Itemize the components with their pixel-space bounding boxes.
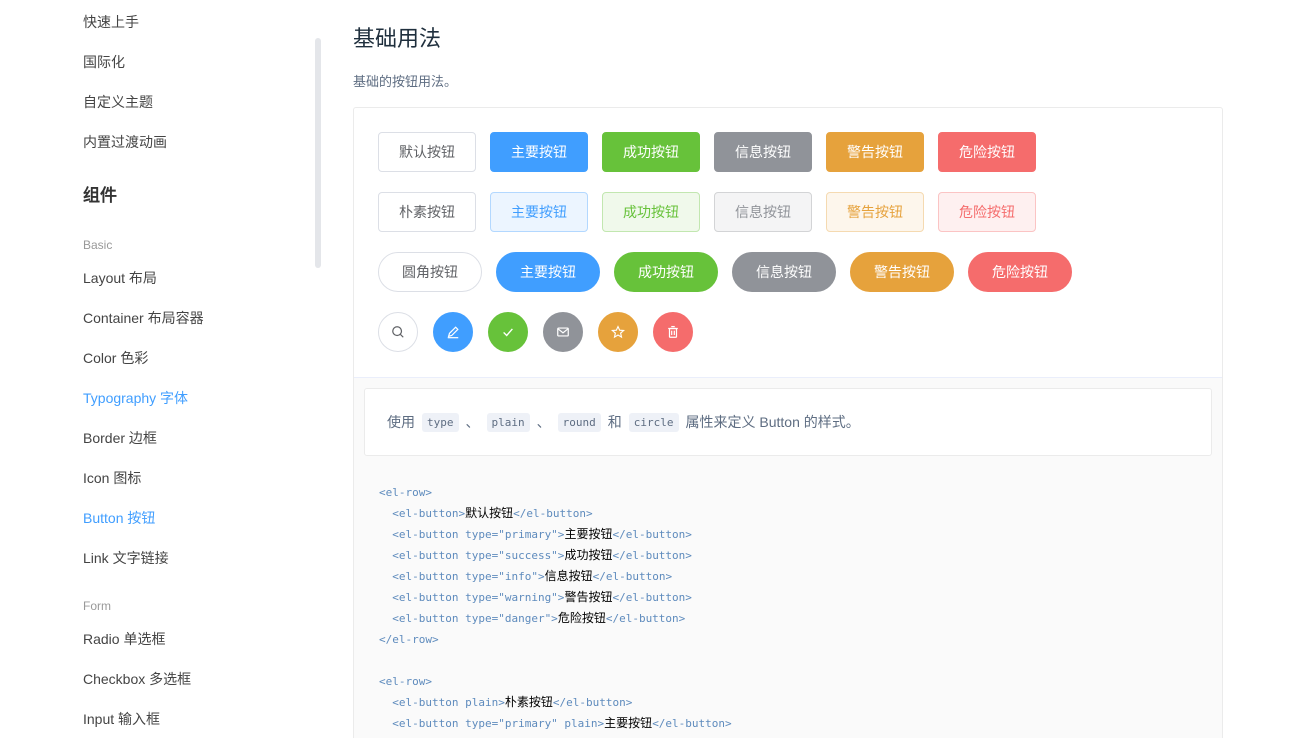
- round-success-button[interactable]: 成功按钮: [614, 252, 718, 292]
- nav-sub-form: Form: [83, 599, 111, 613]
- nav-item-quickstart[interactable]: 快速上手: [83, 12, 139, 32]
- nav-item-i18n[interactable]: 国际化: [83, 52, 125, 72]
- desc-sep-1: 、: [465, 414, 480, 430]
- round-danger-button[interactable]: 危险按钮: [968, 252, 1072, 292]
- nav-item-color[interactable]: Color 色彩: [83, 348, 148, 368]
- demo-source: 默认按钮 主要按钮 成功按钮 信息按钮 警告按钮 危险按钮 朴素按钮 主要按钮 …: [354, 108, 1222, 377]
- nav-item-input[interactable]: Input 输入框: [83, 709, 160, 729]
- code-line: <el-button>默认按钮</el-button>: [379, 506, 593, 520]
- plain-button[interactable]: 朴素按钮: [378, 192, 476, 232]
- plain-success-button[interactable]: 成功按钮: [602, 192, 700, 232]
- circle-button-row: [378, 312, 693, 352]
- code-line: <el-button type="primary">主要按钮</el-butto…: [379, 527, 692, 541]
- primary-button[interactable]: 主要按钮: [490, 132, 588, 172]
- nav-item-button[interactable]: Button 按钮: [83, 508, 155, 528]
- round-button[interactable]: 圆角按钮: [378, 252, 482, 292]
- circle-edit-button[interactable]: [433, 312, 473, 352]
- star-icon: [611, 325, 625, 339]
- code-line: <el-button type="success">成功按钮</el-butto…: [379, 548, 692, 562]
- circle-check-button[interactable]: [488, 312, 528, 352]
- sidebar: 快速上手 国际化 自定义主题 内置过渡动画 组件 Basic Layout 布局…: [0, 0, 322, 738]
- nav-item-checkbox[interactable]: Checkbox 多选框: [83, 669, 191, 689]
- default-button-row: 默认按钮 主要按钮 成功按钮 信息按钮 警告按钮 危险按钮: [378, 132, 1036, 172]
- delete-icon: [668, 325, 678, 338]
- code-line: <el-button type="primary" plain>主要按钮</el…: [379, 716, 732, 730]
- code-line: <el-row>: [379, 486, 432, 499]
- nav-item-border[interactable]: Border 边框: [83, 428, 157, 448]
- desc-suffix: 属性来定义 Button 的样式。: [685, 414, 860, 430]
- desc-prefix: 使用: [387, 414, 415, 430]
- plain-danger-button[interactable]: 危险按钮: [938, 192, 1036, 232]
- round-info-button[interactable]: 信息按钮: [732, 252, 836, 292]
- code-line: <el-button type="danger">危险按钮</el-button…: [379, 611, 686, 625]
- code-line: <el-button plain>朴素按钮</el-button>: [379, 695, 633, 709]
- warning-button[interactable]: 警告按钮: [826, 132, 924, 172]
- desc-sep-2: 、: [536, 414, 551, 430]
- code-line: <el-row>: [379, 675, 432, 688]
- page-title: 基础用法: [353, 26, 442, 51]
- check-icon: [503, 328, 513, 337]
- nav-item-custom-theme[interactable]: 自定义主题: [83, 92, 153, 112]
- desc-code-round: round: [557, 412, 601, 432]
- nav-item-transition[interactable]: 内置过渡动画: [83, 132, 167, 152]
- code-line: <el-button type="info">信息按钮</el-button>: [379, 569, 673, 583]
- plain-info-button[interactable]: 信息按钮: [714, 192, 812, 232]
- search-icon: [392, 326, 404, 338]
- plain-warning-button[interactable]: 警告按钮: [826, 192, 924, 232]
- desc-and: 和: [607, 414, 622, 430]
- demo-meta: 使用 type 、 plain 、 round 和 circle 属性来定义 B…: [354, 377, 1222, 738]
- code-block: <el-row> <el-button>默认按钮</el-button> <el…: [379, 482, 732, 734]
- circle-message-button[interactable]: [543, 312, 583, 352]
- page-description: 基础的按钮用法。: [353, 74, 458, 89]
- plain-primary-button[interactable]: 主要按钮: [490, 192, 588, 232]
- info-button[interactable]: 信息按钮: [714, 132, 812, 172]
- edit-icon: [447, 326, 459, 339]
- plain-button-row: 朴素按钮 主要按钮 成功按钮 信息按钮 警告按钮 危险按钮: [378, 192, 1036, 232]
- desc-code-circle: circle: [628, 412, 679, 432]
- success-button[interactable]: 成功按钮: [602, 132, 700, 172]
- nav-item-link[interactable]: Link 文字链接: [83, 548, 169, 568]
- default-button[interactable]: 默认按钮: [378, 132, 476, 172]
- desc-code-type: type: [422, 412, 459, 432]
- nav-item-container[interactable]: Container 布局容器: [83, 308, 204, 328]
- nav-item-icon[interactable]: Icon 图标: [83, 468, 141, 488]
- sidebar-scrollbar[interactable]: [315, 38, 321, 268]
- nav-sub-basic: Basic: [83, 238, 113, 252]
- code-line: <el-button type="warning">警告按钮</el-butto…: [379, 590, 692, 604]
- code-line: </el-row>: [379, 633, 439, 646]
- nav-item-typography[interactable]: Typography 字体: [83, 388, 188, 408]
- nav-group-components: 组件: [83, 186, 117, 205]
- desc-code-plain: plain: [486, 412, 530, 432]
- circle-delete-button[interactable]: [653, 312, 693, 352]
- round-primary-button[interactable]: 主要按钮: [496, 252, 600, 292]
- demo-description: 使用 type 、 plain 、 round 和 circle 属性来定义 B…: [364, 388, 1212, 456]
- main-content: 基础用法 基础的按钮用法。 默认按钮 主要按钮 成功按钮 信息按钮 警告按钮 危…: [353, 0, 1223, 738]
- circle-search-button[interactable]: [378, 312, 418, 352]
- message-icon: [557, 327, 569, 337]
- nav-item-layout[interactable]: Layout 布局: [83, 268, 157, 288]
- code-line: ​: [379, 650, 732, 671]
- nav-item-radio[interactable]: Radio 单选框: [83, 629, 165, 649]
- demo-block: 默认按钮 主要按钮 成功按钮 信息按钮 警告按钮 危险按钮 朴素按钮 主要按钮 …: [353, 107, 1223, 738]
- round-button-row: 圆角按钮 主要按钮 成功按钮 信息按钮 警告按钮 危险按钮: [378, 252, 1072, 292]
- round-warning-button[interactable]: 警告按钮: [850, 252, 954, 292]
- danger-button[interactable]: 危险按钮: [938, 132, 1036, 172]
- circle-star-button[interactable]: [598, 312, 638, 352]
